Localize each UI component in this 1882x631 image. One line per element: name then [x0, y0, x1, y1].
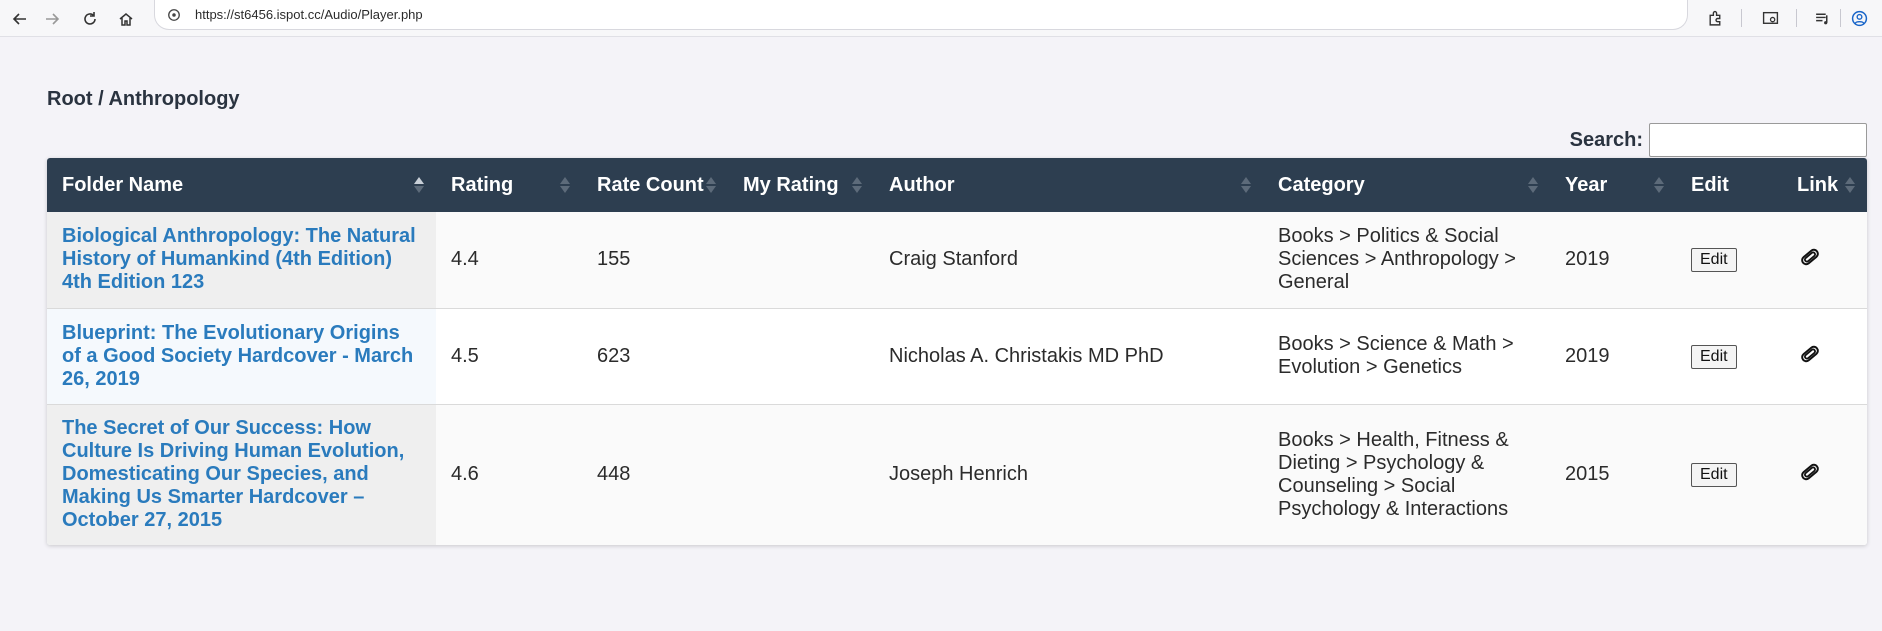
link-cell [1782, 307, 1867, 404]
author-cell: Joseph Henrich [874, 403, 1263, 545]
table-row: Biological Anthropology: The Natural His… [47, 212, 1867, 308]
column-header-label: Year [1565, 173, 1608, 196]
back-button[interactable] [8, 7, 32, 31]
browser-toolbar: https://st6456.ispot.cc/Audio/Player.php [0, 0, 1882, 37]
my-rating-cell[interactable] [728, 212, 874, 308]
reload-button[interactable] [78, 7, 102, 31]
sort-icon [414, 177, 424, 193]
column-header-link[interactable]: Link [1782, 158, 1867, 212]
home-icon [119, 13, 133, 26]
column-header-label: Category [1278, 173, 1365, 196]
rating-cell: 4.4 [436, 212, 582, 308]
link-cell [1782, 212, 1867, 308]
author-cell: Nicholas A. Christakis MD PhD [874, 307, 1263, 404]
paperclip-icon[interactable] [1797, 244, 1823, 270]
screen-search-icon [1762, 11, 1778, 24]
year-cell: 2015 [1550, 403, 1676, 545]
breadcrumb: Root / Anthropology [47, 88, 240, 110]
forward-button[interactable] [40, 7, 64, 31]
folder-cell: Biological Anthropology: The Natural His… [47, 212, 436, 308]
my-rating-cell[interactable] [728, 403, 874, 545]
arrow-right-icon [46, 13, 60, 25]
sort-icon [1654, 177, 1664, 193]
edit-button[interactable]: Edit [1691, 463, 1737, 488]
rating-cell: 4.6 [436, 403, 582, 545]
profile-icon [1851, 10, 1867, 26]
home-button[interactable] [114, 7, 138, 31]
folder-link[interactable]: The Secret of Our Success: How Culture I… [62, 417, 421, 532]
search-label: Search: [1569, 128, 1643, 151]
year-cell: 2019 [1550, 307, 1676, 404]
url-text[interactable]: https://st6456.ispot.cc/Audio/Player.php [195, 7, 423, 22]
my-rating-cell[interactable] [728, 307, 874, 404]
column-header-label: Link [1797, 173, 1839, 196]
column-header-label: Rating [451, 173, 514, 196]
toolbar-divider [1840, 9, 1841, 27]
column-header-label: My Rating [743, 173, 839, 196]
link-cell [1782, 403, 1867, 545]
folder-cell: Blueprint: The Evolutionary Origins of a… [47, 307, 436, 404]
arrow-left-icon [12, 13, 26, 25]
column-header-rate-count[interactable]: Rate Count [582, 158, 728, 212]
sort-icon [1845, 177, 1855, 193]
rate-count-cell: 155 [582, 212, 728, 308]
folder-link[interactable]: Blueprint: The Evolutionary Origins of a… [62, 322, 421, 391]
paperclip-icon[interactable] [1797, 459, 1823, 485]
column-header-label: Author [889, 173, 955, 196]
reload-icon [84, 12, 96, 25]
screen-search-button[interactable] [1758, 6, 1782, 30]
column-header-folder[interactable]: Folder Name [47, 158, 436, 212]
year-cell: 2019 [1550, 212, 1676, 308]
search-input[interactable] [1649, 123, 1867, 157]
edit-cell: Edit [1676, 403, 1782, 545]
folders-table-container: Folder Name Rating Rate Count My Rating … [47, 158, 1867, 545]
toolbar-divider [1741, 9, 1742, 27]
column-header-author[interactable]: Author [874, 158, 1263, 212]
folder-link[interactable]: Biological Anthropology: The Natural His… [62, 225, 421, 294]
rate-count-cell: 623 [582, 307, 728, 404]
sort-icon [1241, 177, 1251, 193]
column-header-edit: Edit [1676, 158, 1782, 212]
column-header-year[interactable]: Year [1550, 158, 1676, 212]
category-cell: Books > Health, Fitness & Dieting > Psyc… [1263, 403, 1550, 545]
folder-cell: The Secret of Our Success: How Culture I… [47, 403, 436, 545]
column-header-rating[interactable]: Rating [436, 158, 582, 212]
extensions-button[interactable] [1703, 6, 1727, 30]
edit-cell: Edit [1676, 212, 1782, 308]
paperclip-icon[interactable] [1797, 341, 1823, 367]
table-row: The Secret of Our Success: How Culture I… [47, 403, 1867, 545]
sort-icon [1528, 177, 1538, 193]
site-info-icon[interactable] [165, 6, 183, 24]
edit-cell: Edit [1676, 307, 1782, 404]
edit-button[interactable]: Edit [1691, 344, 1737, 369]
column-header-my-rating[interactable]: My Rating [728, 158, 874, 212]
folders-table: Folder Name Rating Rate Count My Rating … [47, 158, 1867, 545]
category-cell: Books > Politics & Social Sciences > Ant… [1263, 212, 1550, 308]
playlist-button[interactable] [1810, 6, 1834, 30]
column-header-label: Edit [1691, 173, 1729, 196]
category-cell: Books > Science & Math > Evolution > Gen… [1263, 307, 1550, 404]
column-header-label: Folder Name [62, 173, 184, 196]
column-header-category[interactable]: Category [1263, 158, 1550, 212]
playlist-icon [1815, 13, 1827, 24]
sort-icon [852, 177, 862, 193]
sort-icon [560, 177, 570, 193]
author-cell: Craig Stanford [874, 212, 1263, 308]
address-bar[interactable]: https://st6456.ispot.cc/Audio/Player.php [154, 0, 1688, 30]
edit-button[interactable]: Edit [1691, 248, 1737, 273]
table-row: Blueprint: The Evolutionary Origins of a… [47, 307, 1867, 404]
profile-button[interactable] [1847, 6, 1871, 30]
toolbar-divider [1796, 9, 1797, 27]
table-header-row: Folder Name Rating Rate Count My Rating … [47, 158, 1867, 212]
puzzle-icon [1708, 10, 1720, 26]
search-area: Search: [1570, 123, 1867, 157]
column-header-label: Rate Count [597, 173, 704, 196]
rating-cell: 4.5 [436, 307, 582, 404]
rate-count-cell: 448 [582, 403, 728, 545]
sort-icon [706, 177, 716, 193]
